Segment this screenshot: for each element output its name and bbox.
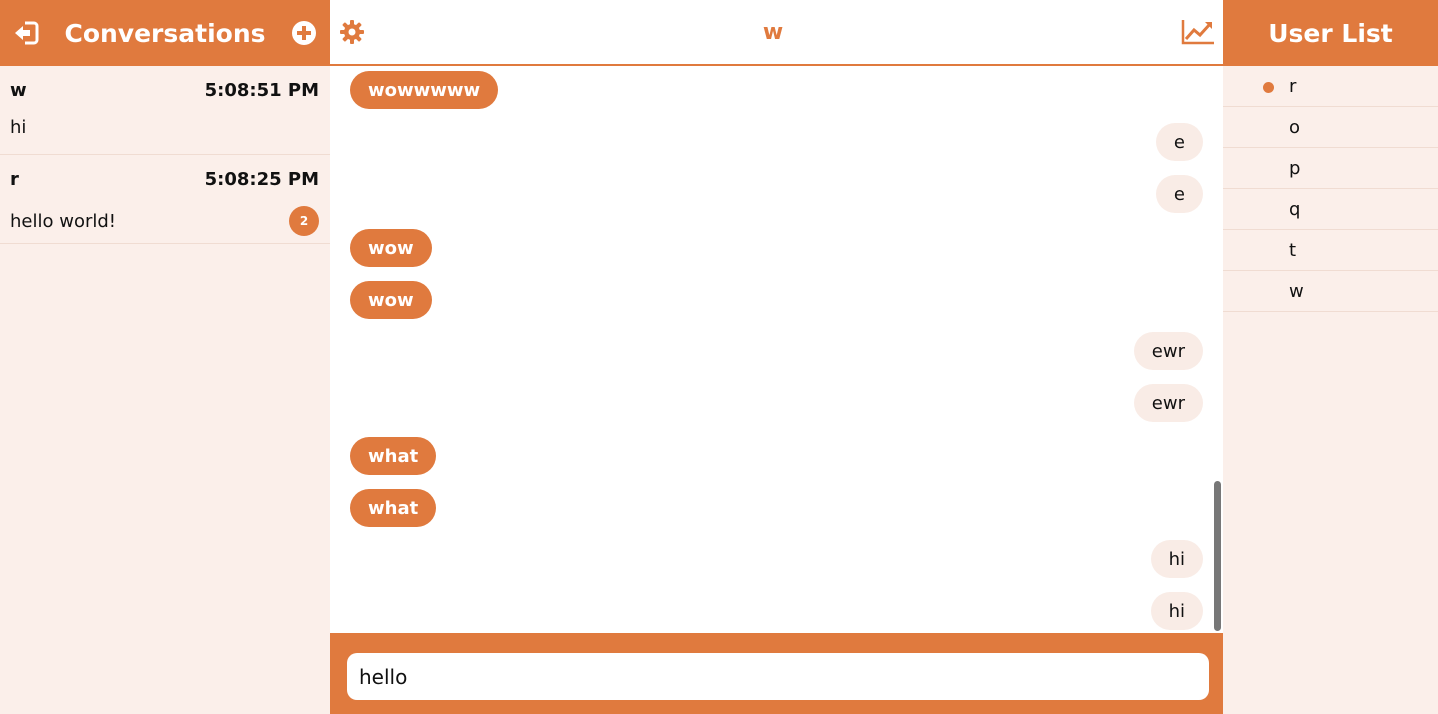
user-item-r[interactable]: r <box>1223 66 1438 107</box>
online-indicator <box>1263 82 1274 93</box>
user-item-w[interactable]: w <box>1223 271 1438 312</box>
user-item-t[interactable]: t <box>1223 230 1438 271</box>
user-name: r <box>1289 75 1297 97</box>
unread-badge: 2 <box>289 206 319 236</box>
conversation-item-w[interactable]: w 5:08:51 PM hi <box>0 66 330 155</box>
conversations-panel: Conversations w 5:08:51 PM hi r 5:08:25 … <box>0 0 330 714</box>
message-list[interactable]: wowwwww e e wow wow ewr ewr what what hi… <box>330 66 1223 633</box>
sign-out-icon[interactable] <box>12 19 40 47</box>
incoming-message: wowwwww <box>350 71 499 109</box>
incoming-message: what <box>350 489 437 527</box>
incoming-message: wow <box>350 229 432 267</box>
conversation-name: r <box>10 169 19 190</box>
user-item-p[interactable]: p <box>1223 148 1438 189</box>
gear-icon[interactable] <box>338 18 366 46</box>
conversations-header: Conversations <box>0 0 330 66</box>
conversation-time: 5:08:25 PM <box>204 169 319 190</box>
user-name: t <box>1289 239 1297 261</box>
conversation-name: w <box>10 80 27 101</box>
user-list-title: User List <box>1223 0 1438 66</box>
chat-title: w <box>762 19 784 45</box>
chat-panel: w wowwwww e e wow wow ewr ewr what what … <box>330 0 1223 714</box>
incoming-message: what <box>350 437 437 475</box>
outgoing-message: ewr <box>1133 332 1203 370</box>
user-item-o[interactable]: o <box>1223 107 1438 148</box>
conversation-preview: hi <box>10 117 27 138</box>
chat-header: w <box>330 0 1223 66</box>
message-composer <box>330 633 1223 714</box>
user-name: q <box>1289 198 1301 220</box>
user-list-panel: User List r o p q t w <box>1223 0 1438 714</box>
conversation-time: 5:08:51 PM <box>204 80 319 101</box>
conversation-preview: hello world! <box>10 210 116 232</box>
outgoing-message: ewr <box>1133 384 1203 422</box>
user-name: w <box>1289 280 1304 302</box>
outgoing-message: e <box>1155 123 1203 161</box>
outgoing-message: hi <box>1150 540 1203 578</box>
user-item-q[interactable]: q <box>1223 189 1438 230</box>
outgoing-message: e <box>1155 175 1203 213</box>
conversations-title: Conversations <box>64 18 266 48</box>
incoming-message: wow <box>350 281 432 319</box>
plus-circle-icon[interactable] <box>290 19 318 47</box>
message-input[interactable] <box>347 653 1209 700</box>
outgoing-message: hi <box>1150 592 1203 630</box>
scrollbar[interactable] <box>1214 481 1221 631</box>
user-name: p <box>1289 157 1301 179</box>
conversation-item-r[interactable]: r 5:08:25 PM hello world! 2 <box>0 155 330 244</box>
line-chart-icon[interactable] <box>1180 18 1216 46</box>
user-name: o <box>1289 116 1301 138</box>
